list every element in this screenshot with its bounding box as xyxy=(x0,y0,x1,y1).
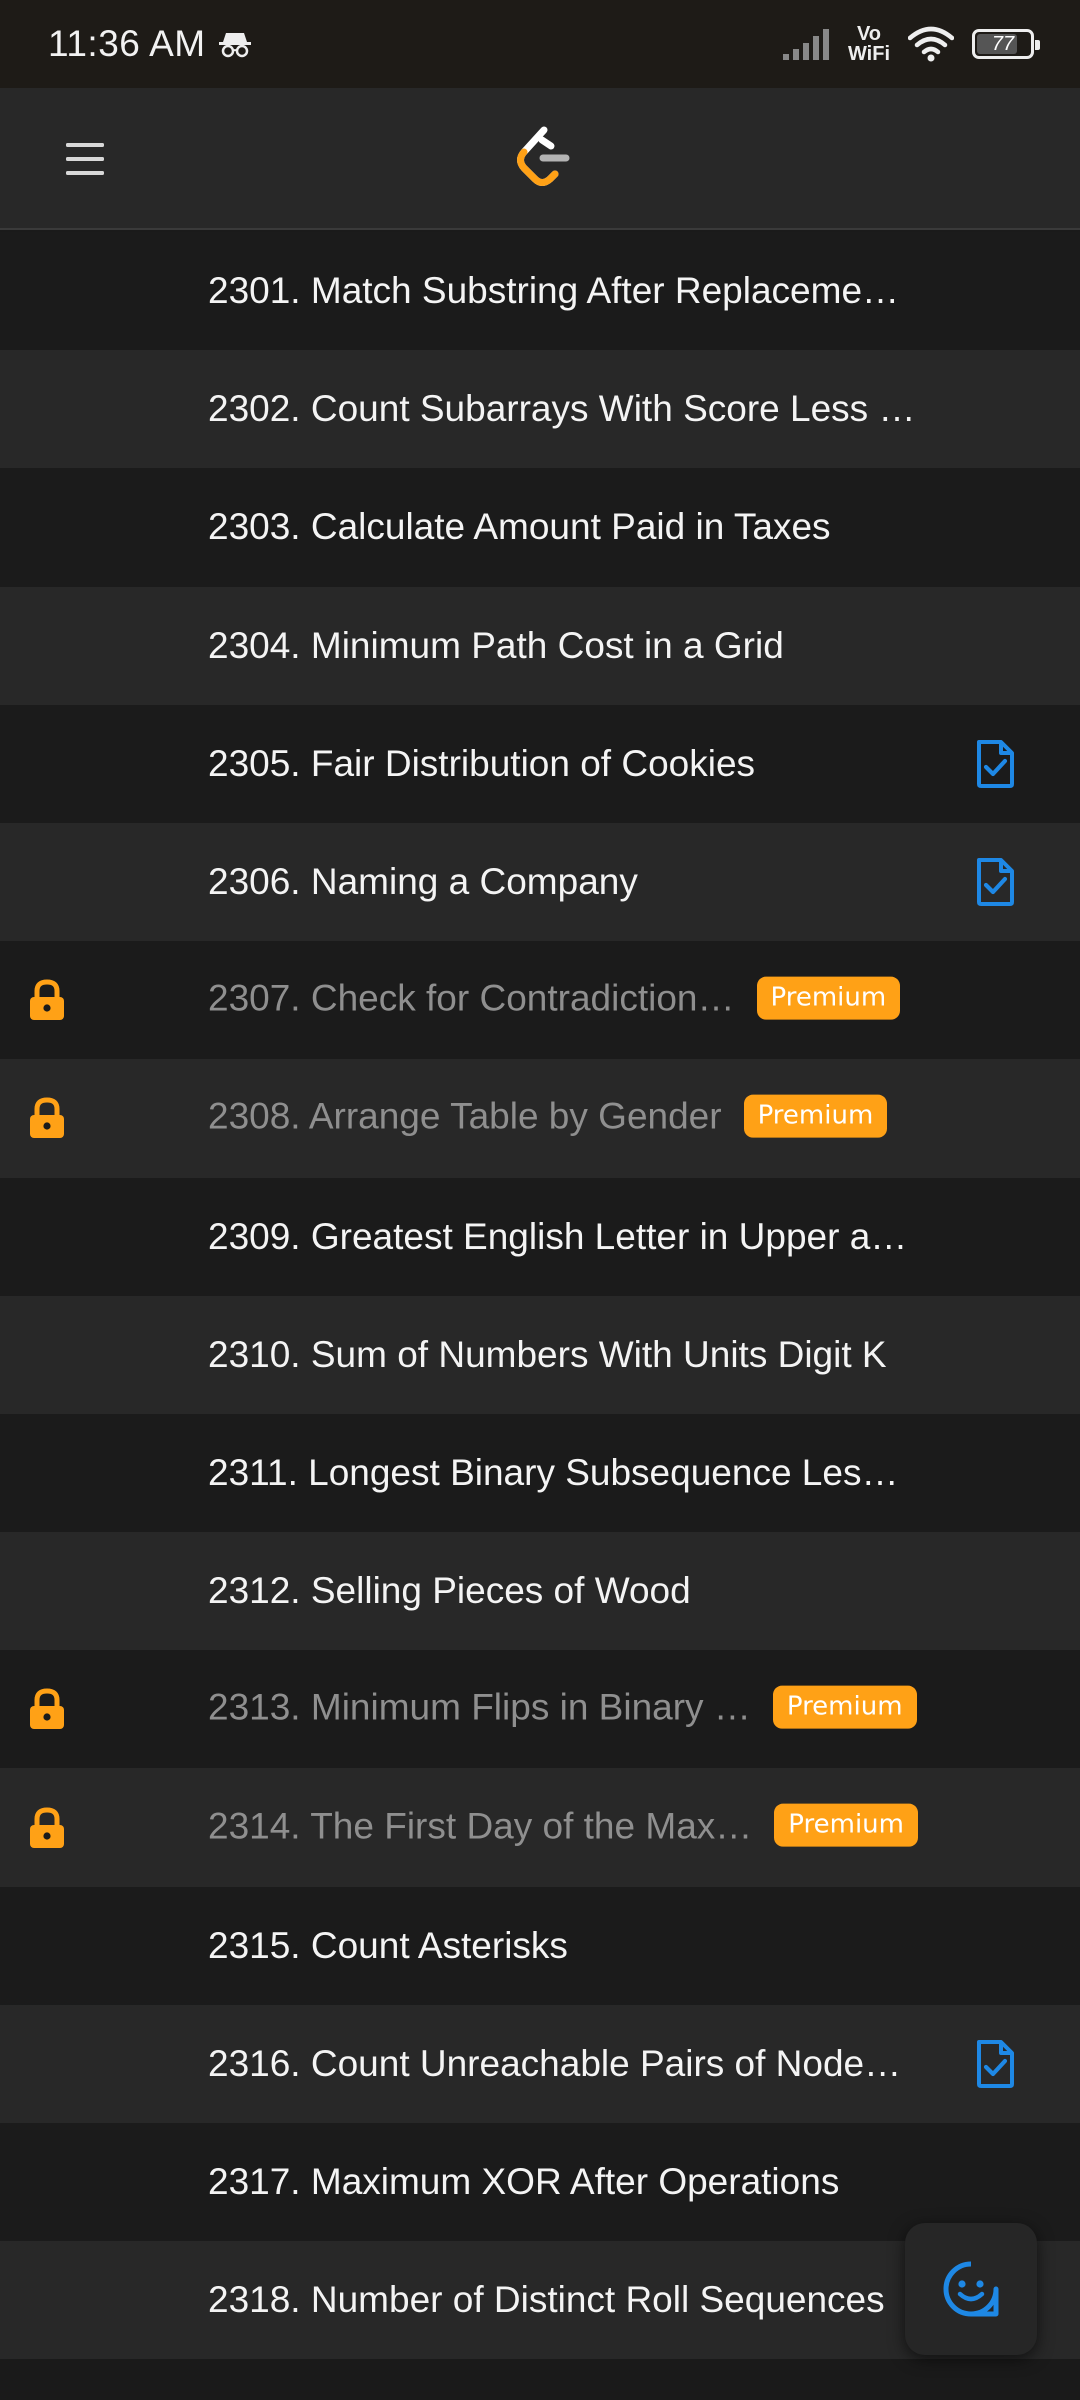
problem-title-line: 2306. Naming a Company xyxy=(208,861,638,903)
leetcode-logo-icon[interactable] xyxy=(508,124,576,194)
problem-title-line: 2305. Fair Distribution of Cookies xyxy=(208,743,755,785)
hamburger-menu-icon xyxy=(66,143,104,175)
problem-row[interactable]: 2302. Count Subarrays With Score Less … xyxy=(0,350,1080,469)
problem-row[interactable]: 2305. Fair Distribution of Cookies xyxy=(0,704,1080,823)
problem-title-line: 2318. Number of Distinct Roll Sequences xyxy=(208,2279,885,2321)
problem-row[interactable]: 2311. Longest Binary Subsequence Les… xyxy=(0,1413,1080,1533)
problem-row[interactable]: 2308. Arrange Table by Gender Premium xyxy=(0,1059,1080,1178)
premium-badge: Premium xyxy=(774,1803,918,1847)
problem-title-line: 2304. Minimum Path Cost in a Grid xyxy=(208,625,784,667)
solved-check-icon xyxy=(974,857,1016,907)
premium-badge: Premium xyxy=(772,1685,917,1729)
problem-title: 2307. Check for Contradiction… xyxy=(208,977,735,1019)
problem-title: 2315. Count Asterisks xyxy=(208,1924,568,1966)
lock-icon xyxy=(26,978,68,1022)
premium-badge: Premium xyxy=(743,1094,888,1138)
problem-row[interactable]: 2315. Count Asterisks xyxy=(0,1886,1080,2005)
signal-icon xyxy=(782,29,829,60)
problem-row[interactable]: 2316. Count Unreachable Pairs of Node… xyxy=(0,2004,1080,2123)
premium-badge: Premium xyxy=(756,976,901,1020)
problem-title-line: 2310. Sum of Numbers With Units Digit K xyxy=(208,1334,887,1376)
problem-row[interactable]: 2304. Minimum Path Cost in a Grid xyxy=(0,586,1080,705)
problem-title-line: 2309. Greatest English Letter in Upper a… xyxy=(208,1216,907,1258)
problem-title-line: 2308. Arrange Table by Gender Premium xyxy=(208,1094,888,1141)
problem-title-line: 2311. Longest Binary Subsequence Les… xyxy=(208,1452,898,1494)
problem-title-line: 2307. Check for Contradiction… Premium xyxy=(208,976,901,1023)
problem-title-line: 2313. Minimum Flips in Binary … Premium xyxy=(208,1685,917,1732)
problem-title-line: 2301. Match Substring After Replaceme… xyxy=(208,270,899,312)
problem-title: 2305. Fair Distribution of Cookies xyxy=(208,742,756,784)
solved-check-icon xyxy=(974,739,1016,789)
solved-check-icon xyxy=(974,2039,1016,2089)
problem-row[interactable]: 2301. Match Substring After Replaceme… xyxy=(0,232,1080,351)
problem-title: 2301. Match Substring After Replaceme… xyxy=(208,270,900,312)
problem-title: 2308. Arrange Table by Gender xyxy=(208,1096,722,1138)
problem-title-line: 2316. Count Unreachable Pairs of Node… xyxy=(208,2043,901,2085)
menu-button[interactable] xyxy=(52,132,118,186)
problem-row[interactable]: 2312. Selling Pieces of Wood xyxy=(0,1532,1080,1651)
problem-title-line: 2312. Selling Pieces of Wood xyxy=(208,1570,691,1612)
battery-icon: 77 xyxy=(972,29,1040,59)
problem-row[interactable]: 2314. The First Day of the Max… Premium xyxy=(0,1768,1080,1887)
problem-list: 2301. Match Substring After Replaceme… 23… xyxy=(0,232,1080,2360)
problem-row[interactable]: 2310. Sum of Numbers With Units Digit K xyxy=(0,1295,1080,1414)
lock-icon xyxy=(26,1096,68,1140)
problem-title: 2304. Minimum Path Cost in a Grid xyxy=(208,624,784,666)
wifi-icon xyxy=(908,26,954,62)
problem-title: 2312. Selling Pieces of Wood xyxy=(208,1570,691,1612)
problem-row[interactable]: 2309. Greatest English Letter in Upper a… xyxy=(0,1177,1080,1296)
feedback-button[interactable] xyxy=(905,2223,1037,2355)
status-bar: 11:36 AM Vo WiFi 77 xyxy=(0,0,1080,88)
problem-title: 2303. Calculate Amount Paid in Taxes xyxy=(208,506,831,548)
vowifi-bottom: WiFi xyxy=(847,43,890,65)
lock-icon xyxy=(26,1806,68,1850)
problem-row[interactable]: 2307. Check for Contradiction… Premium xyxy=(0,941,1080,1060)
problem-title-line: 2317. Maximum XOR After Operations xyxy=(208,2161,839,2203)
problem-title-line: 2303. Calculate Amount Paid in Taxes xyxy=(208,506,831,548)
incognito-icon xyxy=(218,33,251,58)
problem-title: 2314. The First Day of the Max… xyxy=(208,1805,753,1847)
problem-title: 2316. Count Unreachable Pairs of Node… xyxy=(208,2042,902,2084)
problem-row[interactable]: 2313. Minimum Flips in Binary … Premium xyxy=(0,1650,1080,1769)
lock-icon xyxy=(26,1687,68,1731)
vowifi-indicator: Vo WiFi xyxy=(848,24,890,64)
vowifi-top: Vo xyxy=(856,23,882,45)
problem-title: 2306. Naming a Company xyxy=(208,861,638,903)
battery-level: 77 xyxy=(991,32,1015,55)
app-header xyxy=(0,88,1080,230)
problem-title: 2310. Sum of Numbers With Units Digit K xyxy=(208,1333,887,1375)
status-left: 11:36 AM xyxy=(48,23,252,65)
problem-title-line: 2315. Count Asterisks xyxy=(208,1925,568,1967)
status-right: Vo WiFi 77 xyxy=(782,24,1040,64)
problem-title: 2302. Count Subarrays With Score Less … xyxy=(208,388,916,430)
problem-title: 2318. Number of Distinct Roll Sequences xyxy=(208,2279,885,2321)
problem-title-line: 2302. Count Subarrays With Score Less … xyxy=(208,388,915,430)
problem-title: 2311. Longest Binary Subsequence Les… xyxy=(208,1451,899,1493)
problem-row[interactable]: 2303. Calculate Amount Paid in Taxes xyxy=(0,468,1080,587)
problem-title-line: 2314. The First Day of the Max… Premium xyxy=(208,1803,918,1850)
problem-title: 2317. Maximum XOR After Operations xyxy=(208,2161,840,2203)
problem-title: 2313. Minimum Flips in Binary … xyxy=(208,1686,751,1728)
problem-title: 2309. Greatest English Letter in Upper a… xyxy=(208,1215,908,1257)
problem-row[interactable]: 2306. Naming a Company xyxy=(0,822,1080,942)
status-time: 11:36 AM xyxy=(48,23,206,64)
smiley-feedback-icon xyxy=(943,2261,999,2317)
